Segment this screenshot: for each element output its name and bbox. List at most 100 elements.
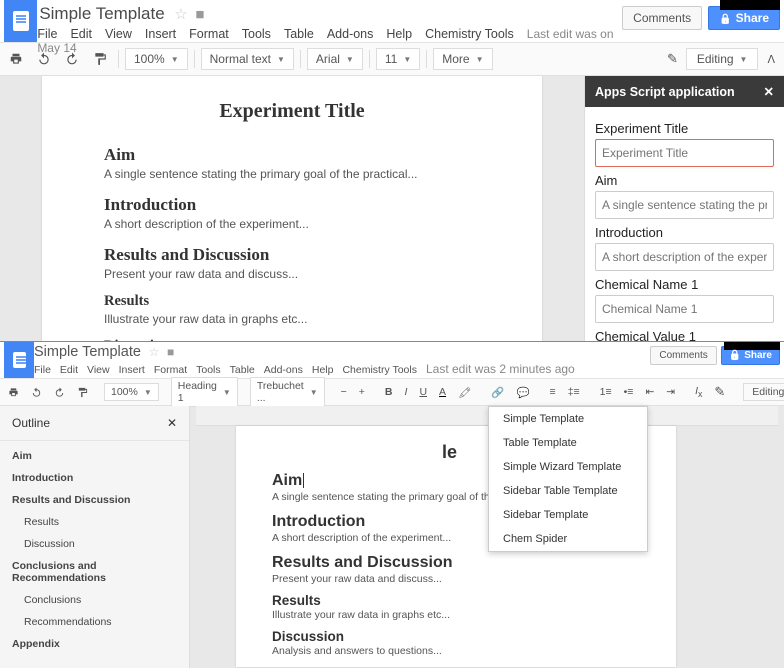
font-combo[interactable]: Arial▼ xyxy=(307,48,363,70)
field-input-experiment-title[interactable] xyxy=(595,139,774,167)
numbered-list-icon[interactable]: 1≡ xyxy=(596,384,616,400)
doc-title[interactable]: Simple Template xyxy=(34,344,141,360)
menu-chemistry-tools[interactable]: Chemistry Tools xyxy=(342,364,417,376)
menu-help[interactable]: Help xyxy=(386,27,412,41)
doc-heading-title[interactable]: Experiment Title xyxy=(104,100,480,123)
outline-item[interactable]: Aim xyxy=(0,445,189,467)
highlight-icon[interactable]: 🖍 xyxy=(454,384,475,401)
outdent-icon[interactable]: ⇤ xyxy=(641,384,658,400)
line-spacing-icon[interactable]: ‡≡ xyxy=(564,384,584,400)
folder-icon[interactable]: ■ xyxy=(167,345,174,359)
font-size-plus[interactable]: + xyxy=(355,384,369,400)
clear-format-icon[interactable]: Ix xyxy=(691,383,706,401)
section-heading[interactable]: Aim xyxy=(104,145,480,165)
collapse-toolbar-icon[interactable]: ᐱ xyxy=(762,49,780,70)
outline-item[interactable]: Results and Discussion xyxy=(0,489,189,511)
field-input-aim[interactable] xyxy=(595,191,774,219)
document-canvas[interactable]: Experiment Title Aim A single sentence st… xyxy=(0,76,584,341)
section-body[interactable]: Illustrate your raw data in graphs etc..… xyxy=(104,312,480,326)
menu-tools[interactable]: Tools xyxy=(196,364,221,376)
paint-format-icon[interactable] xyxy=(73,384,92,400)
docs-logo[interactable] xyxy=(4,342,34,378)
star-icon[interactable]: ☆ xyxy=(149,345,160,359)
menu-view[interactable]: View xyxy=(87,364,110,376)
dropdown-item[interactable]: Table Template xyxy=(489,431,647,455)
outline-item[interactable]: Appendix xyxy=(0,633,189,655)
menu-table[interactable]: Table xyxy=(230,364,255,376)
outline-item[interactable]: Discussion xyxy=(0,533,189,555)
paragraph-style-combo[interactable]: Normal text▼ xyxy=(201,48,294,70)
ruler[interactable] xyxy=(196,406,778,426)
zoom-combo[interactable]: 100%▼ xyxy=(104,383,159,401)
section-body[interactable]: Illustrate your raw data in graphs etc..… xyxy=(272,609,640,621)
comment-icon[interactable]: 💬 xyxy=(512,384,533,401)
close-icon[interactable]: ✕ xyxy=(764,84,774,99)
align-icon[interactable]: ≡ xyxy=(546,384,560,400)
dropdown-item[interactable]: Sidebar Template xyxy=(489,503,647,527)
star-icon[interactable]: ☆ xyxy=(174,6,187,23)
dropdown-item[interactable]: Simple Template xyxy=(489,407,647,431)
outline-item[interactable]: Results xyxy=(0,511,189,533)
redo-icon[interactable] xyxy=(60,48,84,71)
print-icon[interactable] xyxy=(4,48,28,71)
dropdown-item[interactable]: Sidebar Table Template xyxy=(489,479,647,503)
last-edit-time[interactable]: Last edit was 2 minutes ago xyxy=(426,362,575,376)
dropdown-item[interactable]: Chem Spider xyxy=(489,527,647,551)
section-heading[interactable]: Results and Discussion xyxy=(104,245,480,265)
folder-icon[interactable]: ■ xyxy=(195,6,204,23)
section-body[interactable]: Present your raw data and discuss... xyxy=(272,573,640,585)
font-combo[interactable]: Trebuchet ...▼ xyxy=(250,377,325,407)
field-input-chemical-name-1[interactable] xyxy=(595,295,774,323)
section-heading[interactable]: Introduction xyxy=(104,195,480,215)
section-body[interactable]: A single sentence stating the primary go… xyxy=(104,167,480,181)
menu-edit[interactable]: Edit xyxy=(60,364,78,376)
italic-icon[interactable]: I xyxy=(401,384,412,400)
editing-mode-button[interactable]: Editing▼ xyxy=(743,383,784,401)
bullet-list-icon[interactable]: •≡ xyxy=(620,384,638,400)
outline-item[interactable]: Conclusions and Recommendations xyxy=(0,555,189,589)
dropdown-item[interactable]: Simple Wizard Template xyxy=(489,455,647,479)
section-body[interactable]: A short description of the experiment... xyxy=(104,217,480,231)
link-icon[interactable]: 🔗 xyxy=(487,384,508,401)
undo-icon[interactable] xyxy=(32,48,56,71)
indent-icon[interactable]: ⇥ xyxy=(662,384,679,400)
menu-insert[interactable]: Insert xyxy=(119,364,145,376)
font-size-combo[interactable]: 11▼ xyxy=(376,48,420,70)
redo-icon[interactable] xyxy=(50,384,69,400)
menu-chemistry-tools[interactable]: Chemistry Tools xyxy=(425,27,514,41)
section-heading[interactable]: Results and Discussion xyxy=(272,554,640,572)
editing-mode-button[interactable]: Editing▼ xyxy=(686,48,759,70)
docs-logo[interactable] xyxy=(4,0,37,42)
more-combo[interactable]: More▼ xyxy=(433,48,492,70)
menu-view[interactable]: View xyxy=(105,27,132,41)
menu-format[interactable]: Format xyxy=(189,27,229,41)
text-color-icon[interactable]: A xyxy=(435,384,450,400)
menu-file[interactable]: File xyxy=(34,364,51,376)
font-size-minus[interactable]: − xyxy=(337,384,351,400)
menu-file[interactable]: File xyxy=(37,27,57,41)
menu-tools[interactable]: Tools xyxy=(242,27,271,41)
menu-add-ons[interactable]: Add-ons xyxy=(327,27,374,41)
outline-item[interactable]: Introduction xyxy=(0,467,189,489)
paragraph-style-combo[interactable]: Heading 1▼ xyxy=(171,377,238,407)
menu-table[interactable]: Table xyxy=(284,27,314,41)
undo-icon[interactable] xyxy=(27,384,46,400)
comments-button[interactable]: Comments xyxy=(650,346,716,365)
section-body[interactable]: Present your raw data and discuss... xyxy=(104,267,480,281)
menu-help[interactable]: Help xyxy=(312,364,334,376)
menu-format[interactable]: Format xyxy=(154,364,187,376)
bold-icon[interactable]: B xyxy=(381,384,397,400)
document-canvas[interactable]: AimA single sentence stating the primary… xyxy=(190,406,784,668)
section-body[interactable]: Analysis and answers to questions... xyxy=(272,645,640,657)
menu-add-ons[interactable]: Add-ons xyxy=(264,364,303,376)
zoom-combo[interactable]: 100%▼ xyxy=(125,48,188,70)
field-input-introduction[interactable] xyxy=(595,243,774,271)
underline-icon[interactable]: U xyxy=(415,384,431,400)
section-heading[interactable]: Discussion xyxy=(272,629,640,644)
menu-insert[interactable]: Insert xyxy=(145,27,176,41)
doc-title[interactable]: Simple Template xyxy=(37,4,166,24)
section-heading[interactable]: Results xyxy=(272,593,640,608)
paint-format-icon[interactable] xyxy=(88,48,112,71)
outline-item[interactable]: Recommendations xyxy=(0,611,189,633)
menu-edit[interactable]: Edit xyxy=(70,27,92,41)
